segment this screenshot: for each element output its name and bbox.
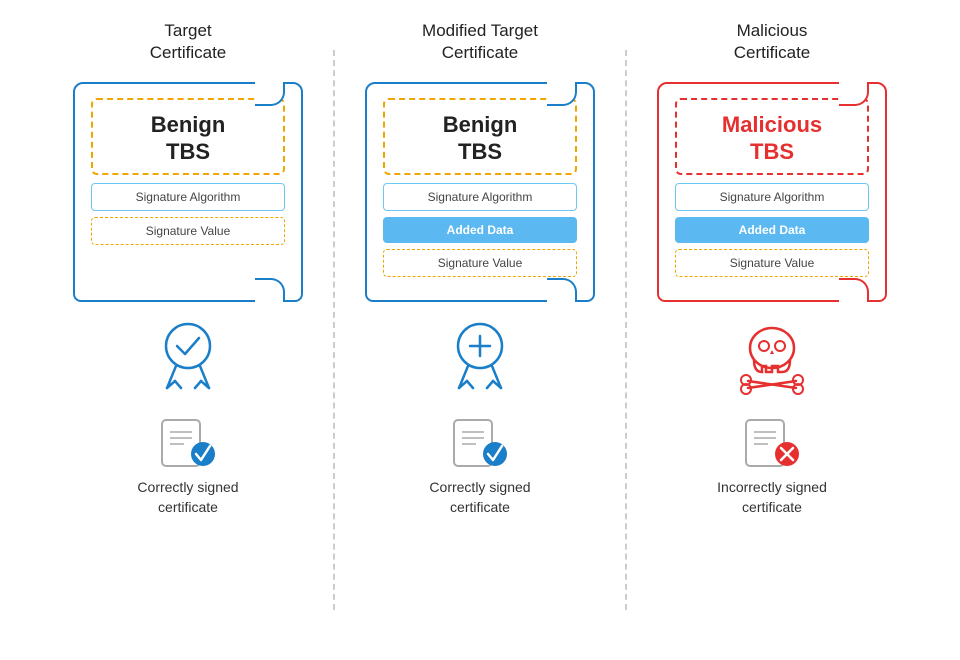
col-title-malicious: MaliciousCertificate <box>734 20 811 64</box>
sig-val-modified: Signature Value <box>383 249 577 277</box>
added-data-malicious: Added Data <box>675 217 869 243</box>
bottom-modified: Correctly signedcertificate <box>429 418 530 517</box>
x-doc-malicious <box>742 418 802 468</box>
col-title-target: TargetCertificate <box>150 20 227 64</box>
tbs-title-malicious: MaliciousTBS <box>722 112 822 165</box>
status-text-target: Correctly signedcertificate <box>137 478 238 517</box>
tbs-title-target: BenignTBS <box>151 112 226 165</box>
status-text-malicious: Incorrectly signedcertificate <box>717 478 827 517</box>
sig-algo-modified: Signature Algorithm <box>383 183 577 211</box>
column-target: TargetCertificate BenignTBS Signature Al… <box>43 20 333 517</box>
sig-algo-malicious: Signature Algorithm <box>675 183 869 211</box>
bottom-malicious: Incorrectly signedcertificate <box>717 418 827 517</box>
plus-badge-modified <box>445 316 515 396</box>
sig-val-target: Signature Value <box>91 217 285 245</box>
tbs-box-modified: BenignTBS <box>383 98 577 175</box>
award-badge-target <box>153 316 223 396</box>
added-data-modified: Added Data <box>383 217 577 243</box>
col-title-modified: Modified TargetCertificate <box>422 20 538 64</box>
check-doc-modified <box>450 418 510 468</box>
cert-modified: BenignTBS Signature Algorithm Added Data… <box>365 82 595 302</box>
status-text-modified: Correctly signedcertificate <box>429 478 530 517</box>
tbs-box-target: BenignTBS <box>91 98 285 175</box>
cert-target: BenignTBS Signature Algorithm Signature … <box>73 82 303 302</box>
check-doc-target <box>158 418 218 468</box>
column-malicious: MaliciousCertificate MaliciousTBS Signat… <box>627 20 917 517</box>
tbs-title-modified: BenignTBS <box>443 112 518 165</box>
sig-algo-target: Signature Algorithm <box>91 183 285 211</box>
main-page: TargetCertificate BenignTBS Signature Al… <box>0 0 960 660</box>
cert-malicious: MaliciousTBS Signature Algorithm Added D… <box>657 82 887 302</box>
sig-val-malicious: Signature Value <box>675 249 869 277</box>
bottom-target: Correctly signedcertificate <box>137 418 238 517</box>
skull-icon-malicious <box>732 316 812 396</box>
tbs-box-malicious: MaliciousTBS <box>675 98 869 175</box>
column-modified: Modified TargetCertificate BenignTBS Sig… <box>335 20 625 517</box>
